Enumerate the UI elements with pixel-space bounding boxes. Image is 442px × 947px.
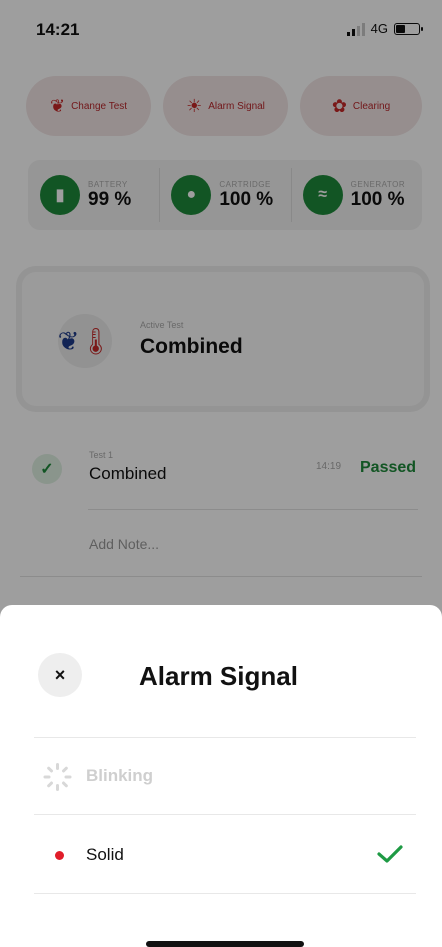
option-blinking: Blinking [34, 738, 416, 814]
close-button[interactable]: × [38, 653, 82, 697]
spinner-icon [43, 763, 72, 791]
sheet-title: Alarm Signal [139, 661, 298, 691]
close-icon: × [54, 664, 66, 685]
option-solid[interactable]: Solid [34, 817, 416, 893]
option-blinking-label: Blinking [86, 766, 154, 785]
divider [34, 814, 416, 815]
checkmark-icon [377, 845, 403, 863]
home-indicator[interactable] [146, 941, 304, 947]
option-solid-label: Solid [86, 845, 124, 864]
alarm-signal-sheet: × Alarm Signal Blinking Solid [0, 605, 442, 947]
app-screen: 14:21 4G ❦ Change Test ☀ Alarm Signal ✿ … [0, 0, 442, 947]
divider [34, 893, 416, 894]
red-dot-icon [55, 851, 64, 860]
